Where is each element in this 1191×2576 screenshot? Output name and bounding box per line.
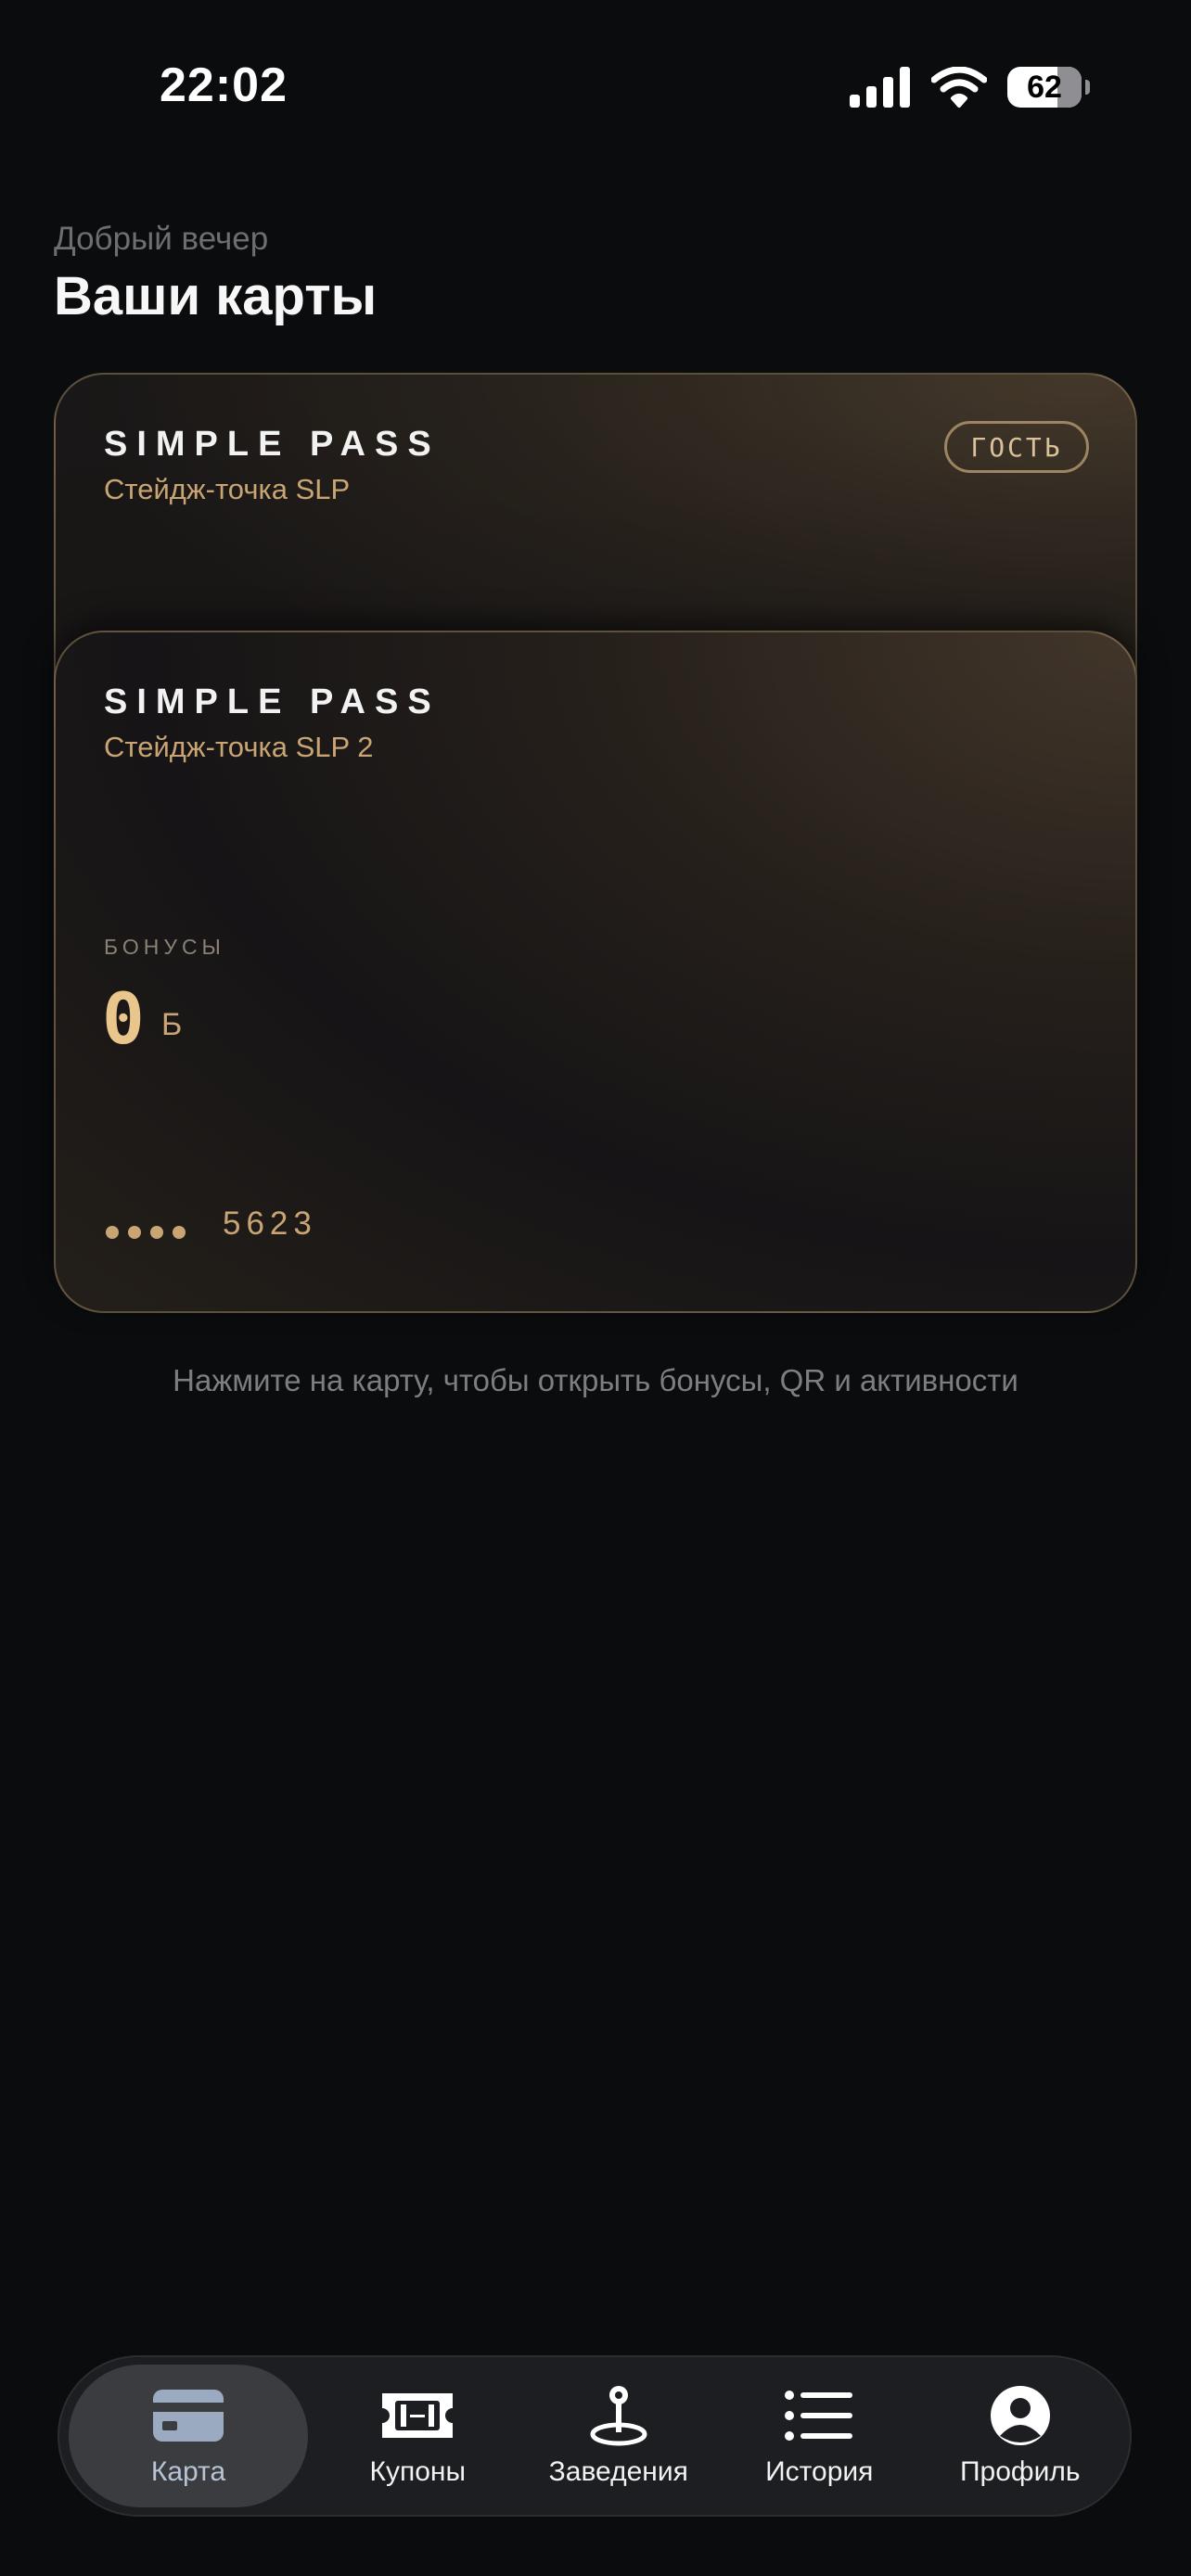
wifi-icon: [931, 67, 987, 108]
list-icon: [785, 2391, 853, 2441]
ticket-icon: [382, 2393, 454, 2438]
tab-label: Профиль: [959, 2456, 1081, 2487]
bonus-unit: Б: [161, 1007, 183, 1042]
hint-text: Нажмите на карту, чтобы открыть бонусы, …: [173, 1363, 1018, 1397]
battery-icon: 62: [1007, 67, 1090, 108]
tab-label: Карта: [150, 2456, 226, 2487]
cellular-signal-icon: [850, 67, 910, 108]
loyalty-card-2[interactable]: SIMPLE PASS Стейдж-точка SLP 2 БОНУСЫ 0 …: [54, 631, 1137, 1313]
greeting: Добрый вечер: [54, 221, 269, 257]
tab-label: История: [765, 2456, 874, 2487]
status-time: 22:02: [160, 58, 288, 112]
page-title: Ваши карты: [54, 266, 378, 326]
status-icons: 62: [850, 65, 1090, 109]
tab-coupons[interactable]: Купоны: [317, 2365, 519, 2507]
tab-card[interactable]: Карта: [69, 2365, 308, 2507]
map-pin-icon: [590, 2386, 647, 2446]
tab-bar: Карта Купоны Заведения История Профиль: [58, 2355, 1132, 2517]
card-number: 5623: [223, 1205, 317, 1242]
bonus-value: 0: [102, 977, 145, 1060]
card-brand: SIMPLE PASS: [104, 682, 441, 721]
card-brand: SIMPLE PASS: [104, 425, 441, 464]
tab-label: Заведения: [548, 2456, 688, 2487]
tab-history[interactable]: История: [719, 2365, 920, 2507]
person-icon: [990, 2386, 1050, 2445]
battery-level: 62: [1027, 69, 1062, 105]
card-venue: Стейдж-точка SLP: [104, 473, 351, 505]
bonus-label: БОНУСЫ: [104, 935, 225, 959]
tab-profile[interactable]: Профиль: [920, 2365, 1121, 2507]
tab-venues[interactable]: Заведения: [519, 2365, 720, 2507]
card-venue: Стейдж-точка SLP 2: [104, 731, 374, 763]
masked-dots: [106, 1226, 186, 1239]
tab-label: Купоны: [369, 2456, 467, 2487]
card-icon: [153, 2390, 224, 2442]
status-badge: ГОСТЬ: [944, 421, 1089, 473]
